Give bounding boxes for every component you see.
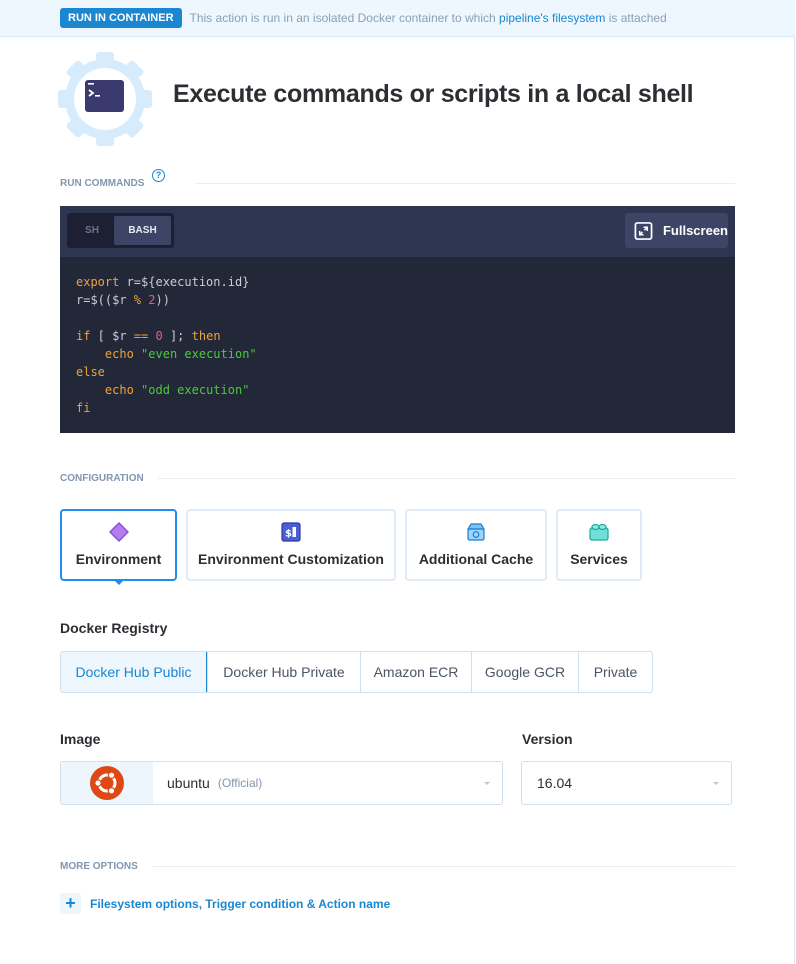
pipeline-filesystem-link[interactable]: pipeline's filesystem — [499, 11, 605, 25]
card-label: Environment Customization — [198, 551, 384, 567]
more-options-toggle[interactable]: + Filesystem options, Trigger condition … — [60, 893, 390, 914]
code-token: r=$(($r — [76, 293, 134, 307]
container-info-banner: RUN IN CONTAINER This action is run in a… — [0, 0, 795, 37]
code-line: fi — [76, 399, 257, 417]
more-options-section-label: MORE OPTIONS — [60, 861, 138, 872]
config-card-services[interactable]: Services — [556, 509, 642, 581]
config-card-environment-customization[interactable]: $ Environment Customization — [186, 509, 396, 581]
run-in-container-badge: RUN IN CONTAINER — [60, 8, 182, 28]
banner-text-after: is attached — [605, 11, 667, 25]
terminal-gear-icon — [58, 52, 152, 146]
cache-box-icon — [467, 523, 485, 541]
fullscreen-icon — [634, 221, 653, 240]
code-line: echo "even execution" — [76, 345, 257, 363]
code-token: echo — [104, 383, 134, 397]
card-label: Environment — [75, 551, 162, 567]
more-options-link[interactable]: Filesystem options, Trigger condition & … — [90, 897, 390, 911]
code-token: % — [133, 293, 142, 307]
version-value: 16.04 — [537, 775, 573, 791]
language-sh-button[interactable]: SH — [70, 216, 114, 245]
code-line: export r=${execution.id} — [76, 273, 257, 291]
editor-toolbar: SH BASH Fullscreen — [60, 206, 735, 257]
image-value: ubuntu — [167, 775, 210, 791]
language-toggle: SH BASH — [67, 213, 174, 248]
ubuntu-logo-icon — [90, 766, 124, 800]
code-token: "odd execution" — [141, 383, 250, 397]
chevron-down-icon — [484, 782, 490, 785]
code-token: == — [133, 329, 149, 343]
registry-tab-private[interactable]: Private — [578, 652, 652, 692]
fullscreen-button[interactable]: Fullscreen — [625, 213, 728, 248]
section-divider — [195, 183, 735, 184]
config-card-environment[interactable]: Environment — [60, 509, 177, 585]
code-token: ]; — [162, 329, 192, 343]
registry-tab-google-gcr[interactable]: Google GCR — [471, 652, 578, 692]
card-label: Additional Cache — [418, 551, 534, 567]
registry-tab-docker-hub-private[interactable]: Docker Hub Private — [207, 652, 360, 692]
configuration-section-label: CONFIGURATION — [60, 473, 144, 484]
version-label: Version — [522, 731, 573, 747]
code-line: echo "odd execution" — [76, 381, 257, 399]
dollar-terminal-icon: $ — [281, 522, 301, 542]
docker-registry-tabs: Docker Hub Public Docker Hub Private Ama… — [60, 651, 653, 693]
code-content[interactable]: export r=${execution.id} r=$(($r % 2)) if … — [76, 273, 257, 417]
diamond-icon — [108, 522, 129, 542]
code-token: 2 — [148, 293, 156, 307]
code-token: then — [191, 329, 221, 343]
code-token: [ $r — [90, 329, 134, 343]
banner-text: This action is run in an isolated Docker… — [190, 11, 667, 25]
code-editor[interactable]: SH BASH Fullscreen export r=${execution.… — [60, 206, 735, 433]
section-divider — [158, 478, 735, 479]
language-bash-button[interactable]: BASH — [114, 216, 171, 245]
code-token: )) — [155, 293, 170, 307]
configuration-cards: Environment $ Environment Customization … — [60, 509, 651, 585]
code-token: 0 — [155, 329, 163, 343]
banner-text-before: This action is run in an isolated Docker… — [189, 11, 500, 25]
code-token: "even execution" — [141, 347, 257, 361]
card-label: Services — [570, 551, 628, 567]
code-token: fi — [76, 401, 91, 415]
code-token: else — [76, 365, 105, 379]
fullscreen-label: Fullscreen — [662, 223, 728, 238]
code-token: export — [76, 275, 120, 289]
image-label: Image — [60, 731, 101, 747]
section-divider — [153, 866, 735, 867]
chevron-down-icon — [713, 782, 719, 785]
config-card-additional-cache[interactable]: Additional Cache — [405, 509, 547, 581]
svg-text:$: $ — [285, 529, 292, 540]
code-token: r=${execution.id} — [119, 275, 250, 289]
image-icon-box — [61, 762, 153, 804]
code-line: else — [76, 363, 257, 381]
services-block-icon — [589, 523, 609, 541]
code-token: echo — [104, 347, 134, 361]
help-icon[interactable]: ? — [152, 169, 165, 182]
registry-tab-amazon-ecr[interactable]: Amazon ECR — [360, 652, 471, 692]
code-line: if [ $r == 0 ]; then — [76, 327, 257, 345]
page-title: Execute commands or scripts in a local s… — [173, 80, 694, 108]
image-official-tag: (Official) — [217, 776, 263, 790]
docker-registry-label: Docker Registry — [60, 620, 168, 636]
run-commands-section-label: RUN COMMANDS — [60, 178, 145, 189]
active-caret — [113, 580, 124, 585]
image-select[interactable]: ubuntu (Official) — [60, 761, 503, 805]
code-line: r=$(($r % 2)) — [76, 291, 257, 309]
code-token: if — [76, 329, 91, 343]
plus-icon: + — [60, 893, 81, 914]
registry-tab-docker-hub-public[interactable]: Docker Hub Public — [61, 652, 207, 692]
version-select[interactable]: 16.04 — [521, 761, 732, 805]
